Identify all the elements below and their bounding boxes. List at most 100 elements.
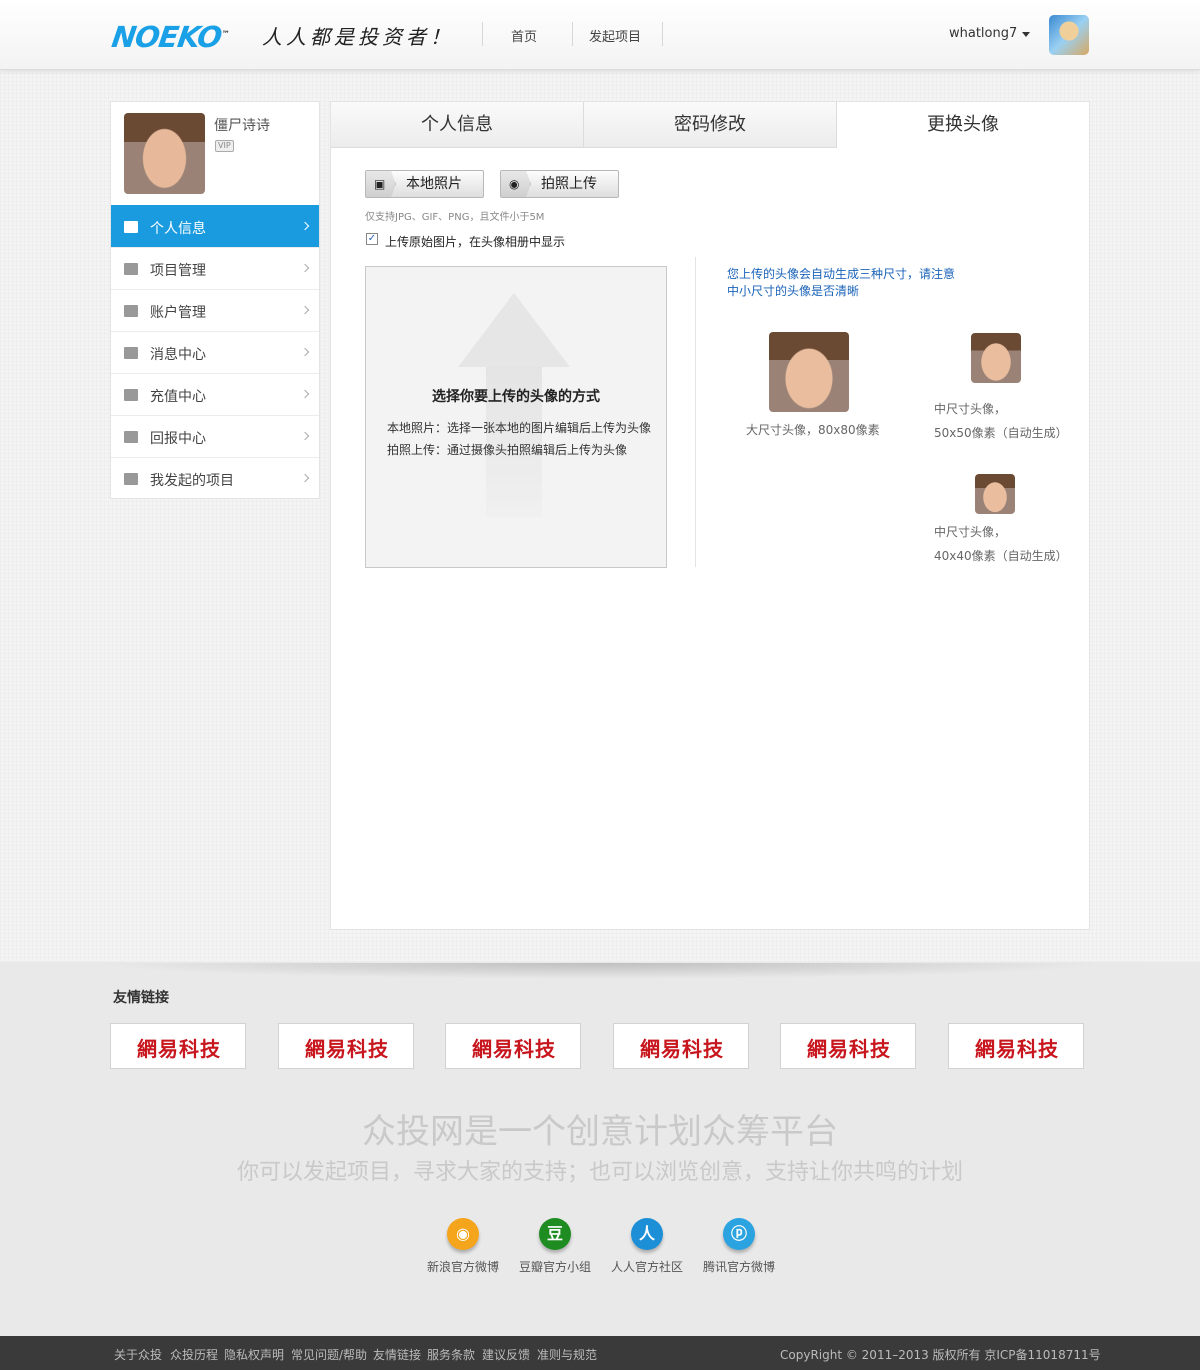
sidebar-menu: 个人信息 项目管理 账户管理 消息中心 充值中心 回报中心 我发起的项目 [111, 205, 319, 499]
avatar-preview-large [769, 332, 849, 412]
top-header: NOEKO™ 人人都是投资者！ 首页 发起项目 whatlong7 [0, 0, 1200, 70]
footer-link-about[interactable]: 关于众投 [114, 1346, 162, 1363]
social-douban[interactable]: 豆 豆瓣官方小组 [509, 1218, 601, 1275]
local-photo-button[interactable]: ▣ 本地照片 [365, 170, 484, 198]
file-format-hint: 仅支持JPG、GIF、PNG，且文件小于5M [365, 212, 545, 223]
chevron-right-icon [300, 305, 310, 315]
social-sina-weibo[interactable]: ◉ 新浪官方微博 [417, 1218, 509, 1275]
partner-link[interactable]: 網易科技 [110, 1023, 246, 1069]
netease-tech-logo: 網易科技 [807, 1037, 891, 1061]
caret-down-icon[interactable] [1022, 32, 1030, 37]
social-renren[interactable]: 人 人人官方社区 [601, 1218, 693, 1275]
netease-tech-logo: 網易科技 [640, 1037, 724, 1061]
partner-link[interactable]: 網易科技 [780, 1023, 916, 1069]
chevron-right-icon [300, 389, 310, 399]
site-slogan: 人人都是投资者！ [262, 25, 454, 49]
sidebar-item-label: 回报中心 [150, 431, 206, 447]
avatar-size-notice: 您上传的头像会自动生成三种尺寸，请注意 中小尺寸的头像是否清晰 [727, 267, 956, 298]
settings-panel: 个人信息 密码修改 更换头像 ▣ 本地照片 ◉ 拍照上传 仅支持JPG、GIF、… [330, 101, 1090, 930]
sidebar-item-label: 我发起的项目 [150, 473, 234, 489]
sidebar-item-messages[interactable]: 消息中心 [111, 331, 319, 373]
footer-tagline: 众投网是一个创意计划众筹平台 [362, 1112, 838, 1152]
friend-links-title: 友情链接 [113, 990, 169, 1006]
small-size-caption: 中尺寸头像， 40x40像素（自动生成） [934, 525, 1068, 563]
picture-icon: ▣ [374, 177, 386, 191]
chevron-right-icon [300, 473, 310, 483]
nav-start-project[interactable]: 发起项目 [589, 26, 641, 45]
account-book-icon [124, 305, 138, 317]
site-logo[interactable]: NOEKO™ [110, 20, 231, 54]
profile-name: 僵尸诗诗 [214, 118, 270, 134]
partner-link[interactable]: 網易科技 [613, 1023, 749, 1069]
credit-card-icon [124, 389, 138, 401]
sidebar-item-profile[interactable]: 个人信息 [111, 205, 319, 247]
nav-divider [482, 22, 483, 46]
footer-link-privacy[interactable]: 隐私权声明 [224, 1346, 284, 1363]
footer-link-rules[interactable]: 准则与规范 [537, 1346, 597, 1363]
tencent-weibo-icon: ⓟ [723, 1218, 755, 1250]
netease-tech-logo: 網易科技 [305, 1037, 389, 1061]
upload-original-checkbox[interactable]: ✓ [366, 233, 378, 245]
user-avatar[interactable] [1049, 15, 1089, 55]
tab-profile[interactable]: 个人信息 [331, 102, 584, 148]
project-flag-icon [124, 473, 138, 485]
social-tencent-weibo[interactable]: ⓟ 腾讯官方微博 [693, 1218, 785, 1275]
upload-title: 选择你要上传的头像的方式 [432, 389, 600, 405]
footer-link-friends[interactable]: 友情链接 [373, 1346, 421, 1363]
settings-tabs: 个人信息 密码修改 更换头像 [331, 102, 1089, 148]
nav-divider [662, 22, 663, 46]
profile-avatar [124, 113, 205, 194]
vertical-divider [695, 257, 696, 567]
vip-badge: VIP [215, 140, 234, 152]
sidebar-item-rewards[interactable]: 回报中心 [111, 415, 319, 457]
account-sidebar: 僵尸诗诗 VIP 个人信息 项目管理 账户管理 消息中心 充值中心 回报中心 我… [110, 101, 320, 499]
sidebar-item-recharge[interactable]: 充值中心 [111, 373, 319, 415]
tab-avatar[interactable]: 更换头像 [837, 102, 1089, 148]
list-grid-icon [124, 263, 138, 275]
gift-icon [124, 431, 138, 443]
camera-upload-button[interactable]: ◉ 拍照上传 [500, 170, 619, 198]
chevron-right-icon [300, 347, 310, 357]
sidebar-item-account[interactable]: 账户管理 [111, 289, 319, 331]
partner-link[interactable]: 網易科技 [948, 1023, 1084, 1069]
nav-home[interactable]: 首页 [511, 26, 537, 45]
sidebar-item-label: 个人信息 [150, 221, 206, 237]
footer-subtagline: 你可以发起项目，寻求大家的支持；也可以浏览创意，支持让你共鸣的计划 [236, 1160, 963, 1185]
user-menu[interactable]: whatlong7 [949, 26, 1017, 41]
upload-drop-area[interactable]: 选择你要上传的头像的方式 本地照片：选择一张本地的图片编辑后上传为头像 拍照上传… [365, 266, 667, 568]
sidebar-item-label: 账户管理 [150, 305, 206, 321]
copyright-text: CopyRight © 2011–2013 版权所有 京ICP备11018711… [780, 1348, 1101, 1362]
nav-divider [572, 22, 573, 46]
chat-bubble-icon [124, 347, 138, 359]
partner-link[interactable]: 網易科技 [278, 1023, 414, 1069]
upload-arrow-icon [458, 293, 570, 367]
netease-tech-logo: 網易科技 [137, 1037, 221, 1061]
large-size-caption: 大尺寸头像，80x80像素 [746, 423, 880, 437]
weibo-icon: ◉ [447, 1218, 479, 1250]
renren-icon: 人 [631, 1218, 663, 1250]
upload-instruction: 本地照片：选择一张本地的图片编辑后上传为头像 [387, 421, 652, 435]
upload-instruction: 拍照上传：通过摄像头拍照编辑后上传为头像 [387, 443, 628, 457]
douban-icon: 豆 [539, 1218, 571, 1250]
footer-link-faq[interactable]: 常见问题/帮助 [291, 1346, 367, 1363]
upload-original-label[interactable]: 上传原始图片，在头像相册中显示 [385, 233, 565, 250]
sidebar-item-label: 项目管理 [150, 263, 206, 279]
chevron-right-icon [300, 221, 310, 231]
partner-link[interactable]: 網易科技 [445, 1023, 581, 1069]
netease-tech-logo: 網易科技 [975, 1037, 1059, 1061]
footer-link-feedback[interactable]: 建议反馈 [482, 1346, 530, 1363]
sidebar-item-label: 充值中心 [150, 389, 206, 405]
sidebar-item-my-projects[interactable]: 我发起的项目 [111, 457, 319, 499]
medium-size-caption: 中尺寸头像， 50x50像素（自动生成） [934, 402, 1068, 440]
avatar-preview-medium [971, 333, 1021, 383]
footer-link-history[interactable]: 众投历程 [170, 1346, 218, 1363]
user-card-icon [124, 221, 138, 233]
footer-link-terms[interactable]: 服务条款 [427, 1346, 475, 1363]
webcam-icon: ◉ [509, 177, 520, 191]
sidebar-item-projects[interactable]: 项目管理 [111, 247, 319, 289]
chevron-right-icon [300, 263, 310, 273]
chevron-right-icon [300, 431, 310, 441]
netease-tech-logo: 網易科技 [472, 1037, 556, 1061]
avatar-preview-small [975, 474, 1015, 514]
tab-password[interactable]: 密码修改 [584, 102, 837, 148]
